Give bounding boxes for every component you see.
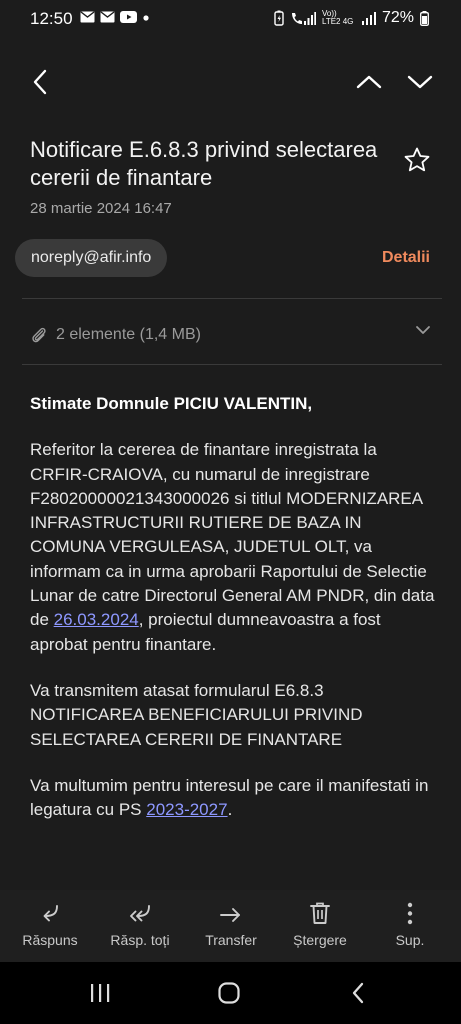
dot-icon [143,15,149,21]
battery-percent: 72% [381,9,414,26]
recent-apps-icon [91,984,110,1002]
action-bar: Răspuns Răsp. toți Transfer Ștergere Sup… [0,890,461,962]
mail-icon [100,11,115,23]
forward-label: Transfer [205,932,257,948]
delete-label: Ștergere [293,932,347,948]
greeting: Stimate Domnule PICIU VALENTIN, [30,394,313,413]
paragraph-1-text: Referitor la cererea de finantare inregi… [30,440,435,630]
favorite-button[interactable] [403,146,431,179]
email-body: Stimate Domnule PICIU VALENTIN, Referito… [30,392,435,844]
reply-all-icon [130,905,150,922]
email-subject: Notificare E.6.8.3 privind selectarea ce… [30,137,378,190]
paragraph-3-tail: . [227,800,233,820]
reply-all-button[interactable]: Răsp. toți [100,890,180,962]
system-back-button[interactable] [338,976,378,1010]
reply-button[interactable]: Răspuns [14,890,86,962]
previous-email-button[interactable] [349,62,389,102]
status-time: 12:50 [30,9,73,28]
youtube-icon [120,11,137,23]
sender-chip[interactable]: noreply@afir.info [15,239,168,277]
email-screen: 12:50 Vo)) LTE2 4G 72% Notificare E.6.8.… [0,0,461,1024]
star-icon [404,147,430,172]
forward-icon [220,908,240,922]
divider [22,364,442,365]
more-icon [407,902,413,925]
trash-icon [310,902,330,924]
back-icon [352,982,364,1004]
chevron-left-icon [33,69,47,95]
program-link[interactable]: 2023-2027 [146,800,227,819]
chevron-down-icon [416,326,430,334]
paragraph-3: Va multumim pentru interesul pe care il … [30,774,435,823]
recent-apps-button[interactable] [80,976,120,1010]
wifi-call-icon [291,12,316,25]
mail-icon [80,11,95,23]
reply-label: Răspuns [22,932,78,948]
details-link[interactable]: Detalii [382,249,430,267]
reply-all-label: Răsp. toți [110,932,170,948]
next-email-button[interactable] [400,62,440,102]
reply-icon [43,905,58,922]
chevron-up-icon [356,75,382,89]
more-label: Sup. [395,932,425,948]
paragraph-1: Referitor la cererea de finantare inregi… [30,438,435,657]
home-icon [218,982,240,1004]
email-date: 28 martie 2024 16:47 [30,200,172,217]
paragraph-2: Va transmitem atasat formularul E6.8.3 N… [30,680,363,749]
battery-icon [420,10,429,26]
attachments-label: 2 elemente (1,4 MB) [56,326,201,343]
forward-button[interactable]: Transfer [195,890,267,962]
paperclip-icon [32,327,46,343]
battery-saver-icon [274,10,284,26]
chevron-down-icon [407,75,433,89]
network-label: Vo)) LTE2 4G [321,9,354,26]
system-navigation-bar [0,962,461,1024]
system-indicators: Vo)) LTE2 4G 72% [274,9,429,27]
status-bar: 12:50 Vo)) LTE2 4G 72% [0,0,461,38]
signal-icon [361,12,376,25]
attachments-row[interactable]: 2 elemente (1,4 MB) [30,322,431,348]
home-button[interactable] [209,976,249,1010]
date-link[interactable]: 26.03.2024 [54,610,139,629]
back-button[interactable] [20,62,60,102]
notification-icons [80,11,150,23]
delete-button[interactable]: Ștergere [284,890,356,962]
more-button[interactable]: Sup. [374,890,446,962]
divider [22,298,442,299]
app-bar [0,58,461,108]
